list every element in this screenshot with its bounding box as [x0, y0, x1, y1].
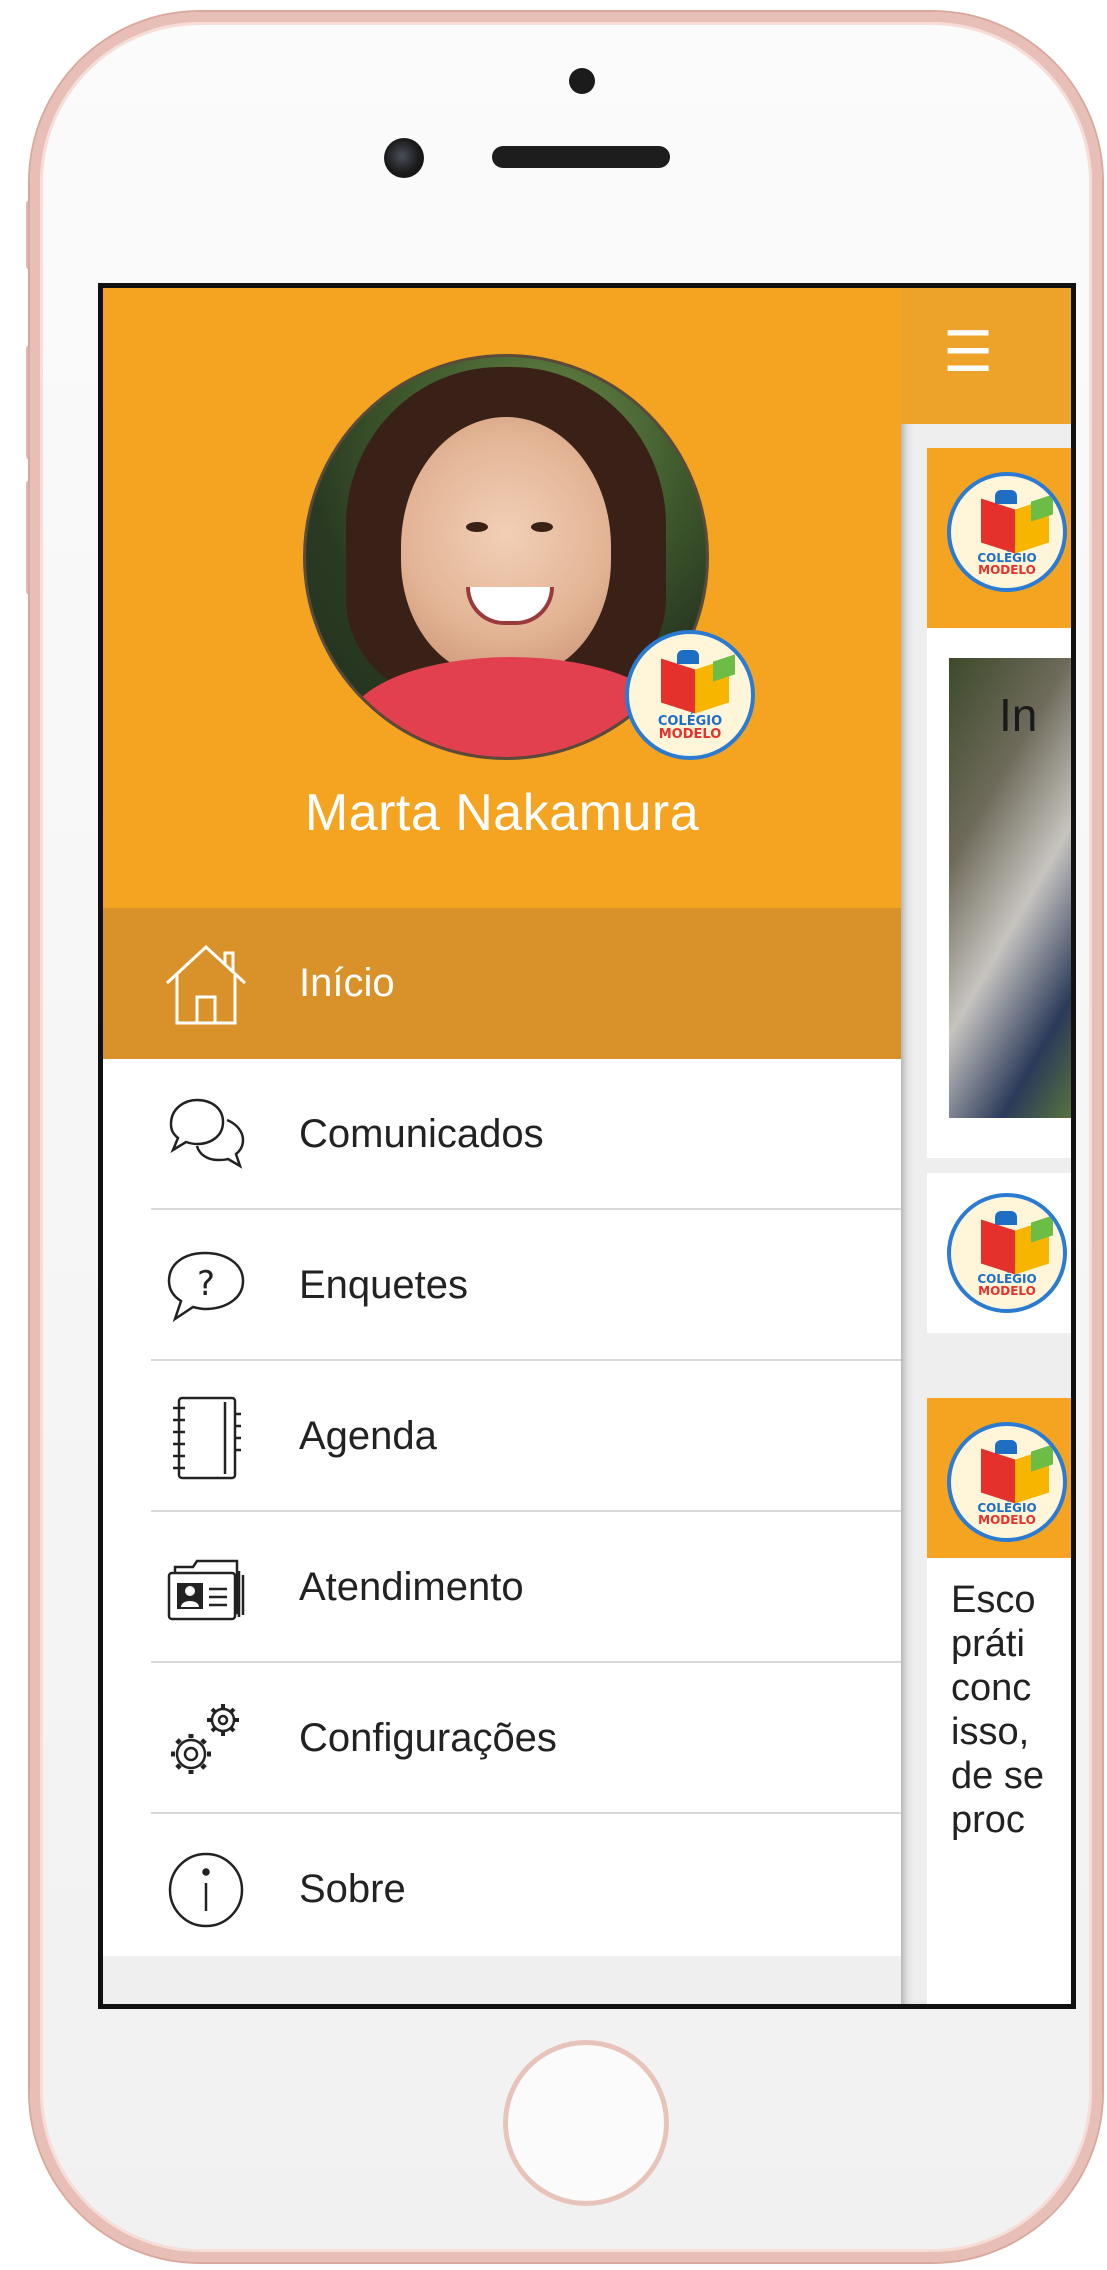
home-button[interactable] [503, 2040, 669, 2206]
svg-text:?: ? [197, 1264, 215, 1304]
front-camera [384, 138, 424, 178]
profile-name: Marta Nakamura [304, 784, 700, 842]
main-content: ☰ COLÉGIO MODELO In COLÉGIO MODELO COLÉG… [901, 288, 1071, 2004]
earpiece-speaker [492, 146, 670, 168]
menu-item-enquetes[interactable]: ? Enquetes [103, 1210, 901, 1361]
screen: ☰ COLÉGIO MODELO In COLÉGIO MODELO COLÉG… [98, 283, 1076, 2009]
post-image-caption: In [999, 689, 1038, 741]
menu-item-comunicados[interactable]: Comunicados [103, 1059, 901, 1210]
post-text: Esco práti conc isso, de se proc [951, 1579, 1044, 1841]
school-logo-icon: COLÉGIO MODELO [947, 472, 1067, 592]
menu-icon[interactable]: ☰ [943, 324, 993, 380]
chat-bubbles-icon [161, 1090, 251, 1180]
card-header: COLÉGIO MODELO [927, 448, 1071, 628]
notebook-icon [161, 1392, 251, 1482]
top-app-bar: ☰ [901, 288, 1071, 424]
menu-item-configuracoes[interactable]: Configurações [103, 1663, 901, 1814]
school-logo-icon: COLÉGIO MODELO [947, 1422, 1067, 1542]
feed-card-footer[interactable]: COLÉGIO MODELO [927, 1173, 1071, 1333]
school-logo-icon: COLÉGIO MODELO [625, 630, 755, 760]
contact-card-icon [161, 1543, 251, 1633]
drawer-footer [103, 1956, 901, 2004]
question-bubble-icon: ? [161, 1241, 251, 1331]
school-logo-icon: COLÉGIO MODELO [947, 1193, 1067, 1313]
menu-item-label: Comunicados [299, 1112, 544, 1156]
proximity-sensor [569, 68, 595, 94]
menu-item-label: Atendimento [299, 1565, 524, 1609]
navigation-drawer: COLÉGIO MODELO Marta Nakamura Início Com… [103, 288, 901, 2004]
menu-item-label: Configurações [299, 1716, 557, 1760]
info-icon [161, 1845, 251, 1935]
menu-item-label: Início [299, 961, 395, 1005]
menu-item-label: Enquetes [299, 1263, 469, 1307]
menu-item-agenda[interactable]: Agenda [103, 1361, 901, 1512]
menu-item-atendimento[interactable]: Atendimento [103, 1512, 901, 1663]
menu-item-sobre[interactable]: Sobre [103, 1814, 901, 1965]
gears-icon [161, 1694, 251, 1784]
home-icon [161, 939, 251, 1029]
menu-item-label: Sobre [299, 1867, 406, 1911]
menu-item-label: Agenda [299, 1414, 437, 1458]
drawer-header: COLÉGIO MODELO Marta Nakamura [103, 288, 901, 908]
card-header: COLÉGIO MODELO [927, 1398, 1071, 1558]
drawer-menu: Início Comunicados ? Enquetes Agenda Ate… [103, 908, 901, 1965]
menu-item-inicio[interactable]: Início [103, 908, 901, 1059]
